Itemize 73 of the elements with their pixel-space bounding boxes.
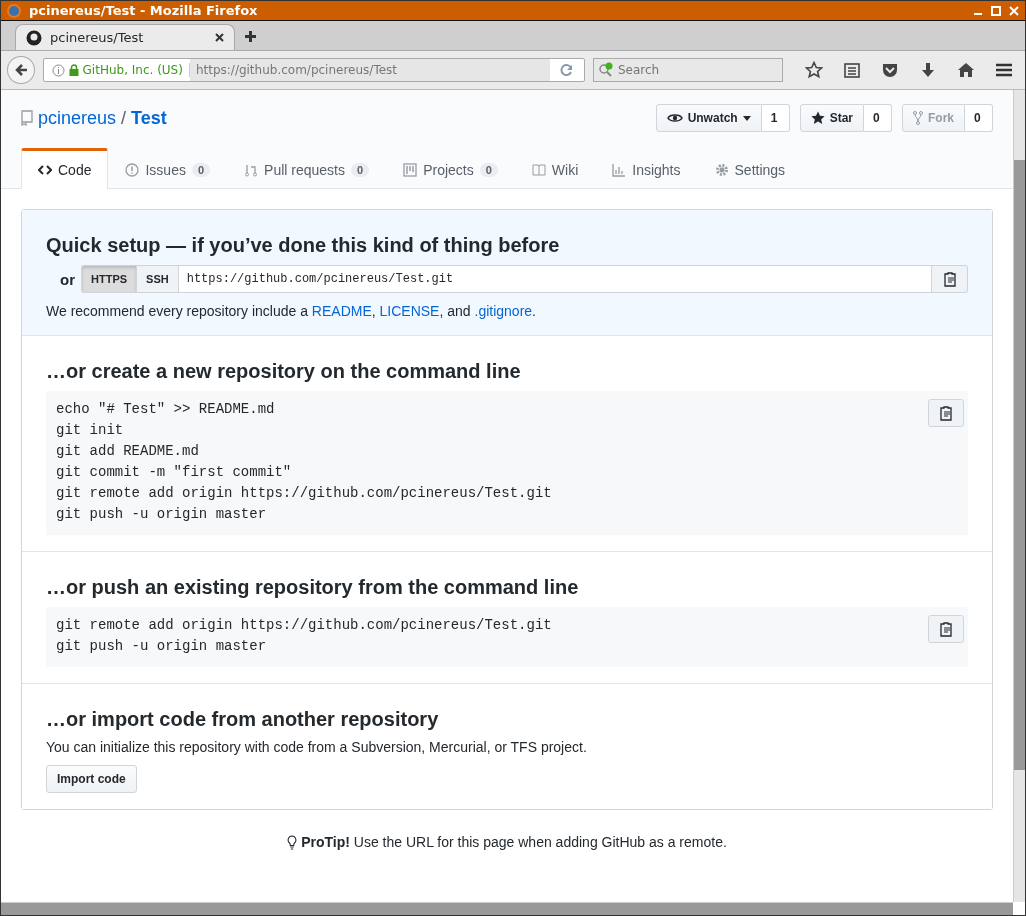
vertical-scrollbar[interactable] [1013, 90, 1025, 902]
maximize-icon[interactable] [991, 5, 1001, 16]
command-text: echo "# Test" >> README.md git init git add README.md git commit -m "first commit" git remote add origin https://github.com/pcinereus/Test.git git push -u origin master [56, 400, 553, 524]
file-link[interactable]: .gitignore [474, 303, 533, 319]
or-label: or [60, 270, 75, 288]
tab-counter: 0 [479, 163, 498, 177]
import-description: You can initialize this repository with code from a Subversion, Mercurial, or TFS project. [46, 739, 588, 755]
recommendation-text: We recommend every repository include a README, LICENSE, and .gitignore. [46, 303, 537, 319]
protip-text: ProTip! Use the URL for this page when adding GitHub as a remote. [301, 834, 727, 850]
section-heading: …or push an existing repository from the command line [46, 576, 580, 599]
book-icon [531, 163, 546, 177]
clone-url-field[interactable]: https://github.com/pcinereus/Test.git [177, 265, 932, 293]
padlock-icon [68, 64, 79, 76]
pull-request-icon [244, 163, 259, 177]
path-separator: / [121, 107, 127, 129]
eye-icon [666, 112, 683, 124]
left-arrow-icon [13, 63, 28, 77]
file-link[interactable]: README [311, 303, 372, 319]
home-icon[interactable] [957, 61, 975, 79]
repo-tab[interactable]: Issues 0 [108, 148, 228, 189]
repository-icon [21, 110, 33, 126]
repo-tab[interactable]: Settings [697, 148, 803, 189]
pocket-icon[interactable] [881, 61, 899, 79]
address-bar[interactable]: GitHub, Inc. (US) https://github.com/pcinereus/Test [42, 58, 585, 82]
clipboard-icon [942, 271, 957, 287]
protocol-toggle[interactable]: SSH [136, 265, 178, 293]
repo-tab[interactable]: Wiki [514, 148, 596, 189]
tab-counter: 0 [351, 163, 370, 177]
list-icon[interactable] [843, 61, 861, 79]
browser-tab[interactable]: pcinereus/Test [15, 24, 235, 50]
code-icon [38, 163, 52, 177]
section-heading: …or create a new repository on the command line [46, 360, 522, 383]
repo-tab[interactable]: Code [21, 148, 109, 189]
copy-button[interactable] [928, 615, 964, 643]
section-heading: Quick setup — if you’ve done this kind of thing before [46, 234, 561, 257]
new-tab-plus-icon[interactable] [245, 31, 256, 42]
repo-owner-link[interactable]: pcinereus [38, 107, 117, 129]
site-identity: GitHub, Inc. (US) [82, 63, 183, 77]
issue-icon [125, 163, 140, 177]
social-count[interactable]: 1 [761, 104, 790, 132]
star-button[interactable]: Star [799, 104, 864, 132]
repo-tab[interactable]: Pull requests 0 [227, 148, 387, 189]
menu-icon[interactable] [995, 61, 1013, 79]
copy-button[interactable] [932, 265, 968, 293]
url-text: https://github.com/pcinereus/Test [189, 59, 550, 81]
protocol-toggle[interactable]: HTTPS [81, 265, 137, 293]
command-text: git remote add origin https://github.com/pcinereus/Test.git git push -u origin master [56, 616, 553, 656]
window-title: pcinereus/Test - Mozilla Firefox [29, 3, 259, 18]
clipboard-icon [939, 621, 953, 637]
download-icon[interactable] [919, 61, 937, 79]
repo-tab[interactable]: Insights [595, 148, 698, 189]
project-board-icon [403, 163, 418, 177]
copy-button[interactable] [928, 399, 964, 427]
star-icon [810, 111, 825, 125]
tab-counter: 0 [191, 163, 211, 177]
import-code-button[interactable]: Import code [46, 765, 137, 793]
clipboard-icon [939, 405, 953, 421]
horizontal-scrollbar[interactable] [1, 902, 1013, 915]
watch-button[interactable]: Unwatch [655, 104, 762, 132]
light-bulb-icon [287, 834, 298, 850]
repo-tab[interactable]: Projects 0 [386, 148, 515, 189]
fork-icon [913, 111, 923, 125]
repo-name-link[interactable]: Test [131, 107, 167, 129]
close-icon[interactable] [215, 33, 224, 42]
back-button[interactable] [7, 56, 35, 84]
section-heading: …or import code from another repository [46, 708, 440, 731]
bar-graph-icon [612, 163, 627, 177]
star-icon[interactable] [805, 61, 823, 79]
search-field[interactable]: Search [593, 58, 783, 82]
reload-icon[interactable] [560, 63, 574, 77]
social-count[interactable]: 0 [864, 104, 892, 132]
info-icon [51, 63, 65, 77]
caret-icon [742, 115, 751, 121]
